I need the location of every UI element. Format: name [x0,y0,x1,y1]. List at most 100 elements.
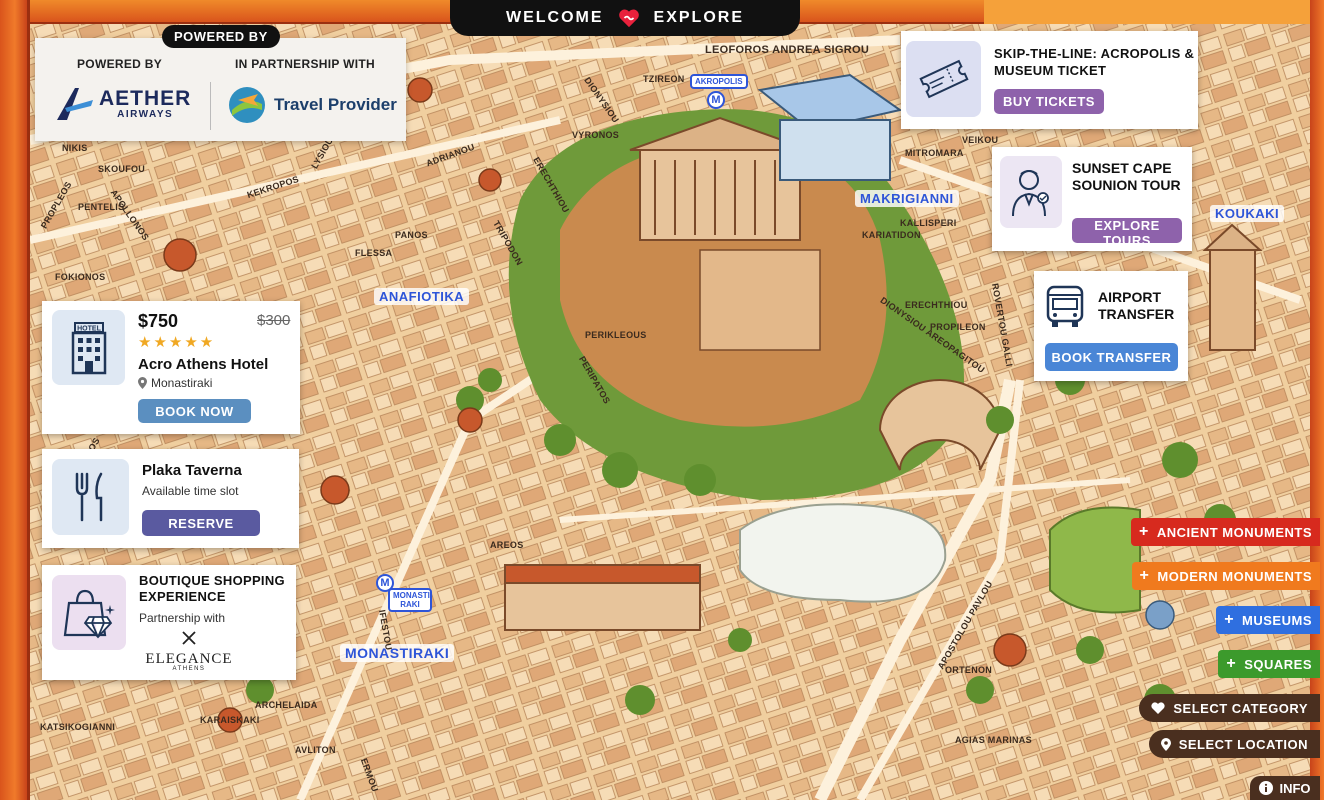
boutique-partnership-label: Partnership with [139,611,226,625]
metro-label-monastiraki[interactable]: MONASTI- RAKI [388,588,433,612]
street-label: PENTELIS [78,202,125,212]
street-label: SKOUFOU [98,164,146,174]
tour-guide-icon [1012,170,1049,217]
hotel-location-label: Monastiraki [151,376,213,390]
info-label: INFO [1279,780,1311,796]
heart-logo-icon [618,9,639,28]
category-label: SQUARES [1244,656,1312,672]
airline-sub: AIRWAYS [117,108,174,120]
taverna-availability: Available time slot [142,484,239,498]
ticket-icon-box [906,41,981,117]
metro-icon[interactable]: M [707,91,725,109]
travel-provider-logo[interactable]: Travel Provider [228,86,397,124]
category-label: MODERN MONUMENTS [1157,568,1312,584]
heart-icon [1151,702,1165,714]
buy-tickets-button[interactable]: BUY TICKETS [994,89,1104,114]
plus-icon: + [1226,655,1237,672]
partnership-label: IN PARTNERSHIP WITH [235,57,375,71]
hotel-card[interactable]: HOTEL $750 $300 ★★★★★ Acro Athens Hotel … [42,301,300,434]
plus-icon: + [1224,611,1235,628]
select-location-button[interactable]: SELECT LOCATION [1148,730,1320,758]
street-label: VYRONOS [572,130,620,140]
sponsor-panel: POWERED BY IN PARTNERSHIP WITH AETHER AI… [35,38,406,141]
metro-label-akropolis[interactable]: AKROPOLIS [690,74,748,89]
category-ancient-monuments-button[interactable]: + ANCIENT MONUMENTS [1131,518,1320,546]
airport-transfer-card[interactable]: AIRPORT TRANSFER BOOK TRANSFER [1034,271,1188,381]
hotel-location: Monastiraki [138,376,212,390]
info-icon [1259,781,1274,795]
taverna-name: Plaka Taverna [142,462,242,479]
provider-name: Travel Provider [274,95,397,114]
boutique-title-line: BOUTIQUE SHOPPING [139,573,285,588]
select-category-label: SELECT CATEGORY [1173,700,1308,716]
district-label-koukaki[interactable]: KOUKAKI [1210,205,1285,222]
category-museums-button[interactable]: + MUSEUMS [1216,606,1320,634]
street-label: KALLISPERI [900,218,957,228]
category-modern-monuments-button[interactable]: + MODERN MONUMENTS [1131,562,1320,590]
explore-tours-button[interactable]: EXPLORE TOURS [1072,218,1182,248]
select-category-button[interactable]: SELECT CATEGORY [1139,694,1320,722]
street-label: AGIAS MARINAS [955,735,1032,745]
street-label: VEIKOU [962,135,999,145]
hotel-sign-text: HOTEL [77,325,101,332]
map-frame-top-accent [984,0,1324,24]
plus-icon: + [1139,567,1150,584]
street-label: FLESSA [355,248,393,258]
welcome-tab[interactable]: WELCOME [506,9,604,27]
airline-name: AETHER [99,86,192,110]
elegance-brand-name: ELEGANCE [145,651,233,667]
district-label-makrigianni[interactable]: MAKRIGIANNI [855,190,959,207]
aether-airways-logo[interactable]: AETHER AIRWAYS [55,86,191,122]
acropolis-ticket-card[interactable]: SKIP-THE-LINE: ACROPOLIS & MUSEUM TICKET… [901,31,1198,129]
select-location-label: SELECT LOCATION [1178,736,1308,752]
location-pin-icon [1160,737,1171,751]
sounion-tour-card[interactable]: SUNSET CAPE SOUNION TOUR EXPLORE TOURS [992,147,1192,251]
reserve-button[interactable]: RESERVE [142,510,260,536]
district-label-monastiraki[interactable]: MONASTIRAKI [340,644,455,662]
fork-knife-icon [75,472,102,522]
ticket-title-line: SKIP-THE-LINE: ACROPOLIS & [994,46,1195,61]
info-button[interactable]: INFO [1250,776,1320,800]
street-label: LEOFOROS ANDREA SIGROU [705,44,870,56]
street-label: PERIKLEOUS [585,330,647,340]
hotel-star-rating: ★★★★★ [138,334,216,351]
book-transfer-button[interactable]: BOOK TRANSFER [1045,343,1178,371]
street-label: FOKIONOS [55,272,106,282]
metro-label-line: RAKI [400,600,420,609]
powered-by-label: POWERED BY [77,57,163,71]
boutique-title: BOUTIQUE SHOPPING EXPERIENCE [139,573,285,605]
metro-label-line: MONASTI- [393,591,433,600]
plus-icon: + [1139,523,1149,540]
hotel-icon-box: HOTEL [52,310,125,385]
street-label: KARAISKAKI [200,715,260,725]
map-frame-right [1310,0,1324,800]
hotel-old-price: $300 [257,312,291,329]
book-now-button[interactable]: BOOK NOW [138,399,251,423]
shopping-bag-diamond-icon [63,589,115,638]
explore-tab[interactable]: EXPLORE [654,9,744,27]
street-label: KATSIKOGIANNI [40,722,116,732]
airport-title: AIRPORT TRANSFER [1098,289,1174,323]
street-label: MITROMARA [905,148,964,158]
sounion-title: SUNSET CAPE SOUNION TOUR [1072,160,1181,194]
ticket-icon [918,59,969,99]
taverna-card[interactable]: Plaka Taverna Available time slot RESERV… [42,449,299,548]
elegance-logo[interactable]: ELEGANCE ATHENS [140,629,238,672]
street-label: ERECHTHIOU [905,300,968,310]
category-squares-button[interactable]: + SQUARES [1218,650,1320,678]
boutique-card[interactable]: BOUTIQUE SHOPPING EXPERIENCE Partnership… [42,565,296,680]
street-label: KARIATIDON [862,230,921,240]
boutique-title-line: EXPERIENCE [139,589,226,604]
category-label: ANCIENT MONUMENTS [1156,524,1312,540]
location-pin-icon [138,377,147,389]
taverna-icon-box [52,459,129,535]
aether-wing-icon [57,88,93,120]
district-label-anafiotika[interactable]: ANAFIOTIKA [374,288,470,305]
street-label: PROPILEON [930,322,986,332]
airport-title-line: AIRPORT [1098,289,1161,305]
globe-plane-icon [229,87,265,123]
sounion-title-line: SOUNION TOUR [1072,177,1181,193]
ticket-title: SKIP-THE-LINE: ACROPOLIS & MUSEUM TICKET [994,45,1194,79]
street-label: ARCHELAIDA [255,700,318,710]
category-label: MUSEUMS [1242,612,1312,628]
